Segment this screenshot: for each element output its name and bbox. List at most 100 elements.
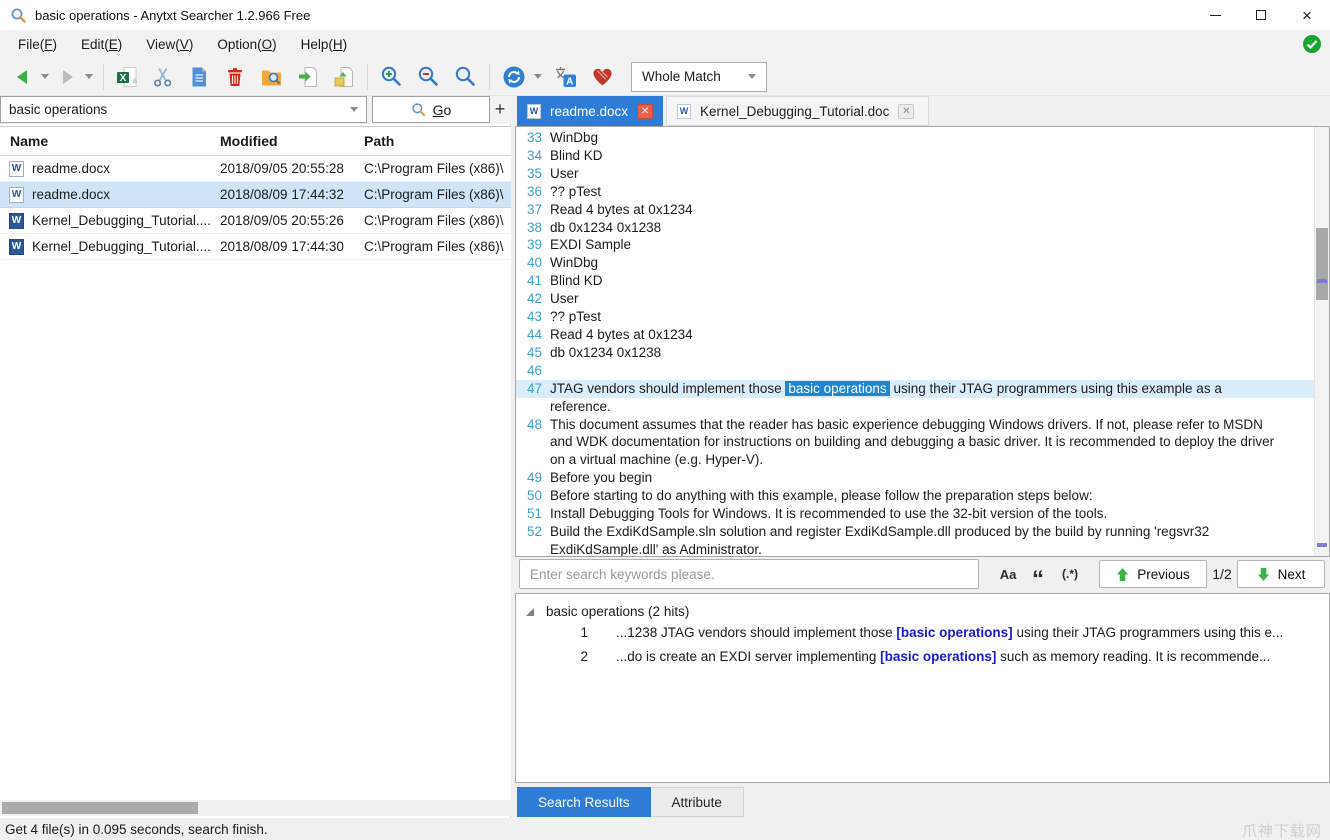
maximize-button[interactable] — [1238, 0, 1284, 30]
table-row[interactable]: Wreadme.docx2018/09/05 20:55:28C:\Progra… — [0, 156, 511, 182]
copy-document-icon[interactable] — [183, 62, 215, 92]
document-line: 35User — [516, 165, 1314, 183]
find-keywords-input[interactable] — [519, 559, 979, 589]
search-query-combobox[interactable]: basic operations — [0, 96, 367, 123]
match-marker — [1317, 543, 1327, 547]
open-file-icon[interactable] — [292, 62, 324, 92]
zoom-out-icon[interactable] — [412, 62, 445, 92]
document-line: 49Before you begin — [516, 469, 1314, 487]
document-line: 33WinDbg — [516, 129, 1314, 147]
tab-attribute[interactable]: Attribute — [651, 787, 744, 817]
donate-heart-icon[interactable] — [586, 62, 619, 92]
svg-text:a: a — [133, 76, 138, 85]
match-case-button[interactable]: Aa — [991, 560, 1025, 588]
search-icon — [411, 102, 427, 118]
result-row[interactable]: 2...do is create an EXDI server implemen… — [516, 645, 1329, 669]
document-line: 41Blind KD — [516, 272, 1314, 290]
document-line: 51Install Debugging Tools for Windows. I… — [516, 505, 1314, 523]
document-line: 39EXDI Sample — [516, 236, 1314, 254]
go-button[interactable]: Go — [372, 96, 490, 123]
search-results-panel: basic operations (2 hits) 1...1238 JTAG … — [515, 593, 1330, 783]
minimize-button[interactable] — [1192, 0, 1238, 30]
next-button[interactable]: Next — [1237, 560, 1325, 588]
svg-text:A: A — [566, 76, 573, 87]
whole-word-button[interactable]: “ — [1025, 560, 1051, 588]
menu-edit[interactable]: Edit(E) — [69, 30, 134, 58]
title-bar: basic operations - Anytxt Searcher 1.2.9… — [0, 0, 1330, 30]
document-line: 43?? pTest — [516, 308, 1314, 326]
menu-option[interactable]: Option(O) — [205, 30, 288, 58]
arrow-down-icon — [1257, 567, 1270, 582]
document-line: ExdiKdSample.dll' as Administrator. — [516, 541, 1314, 557]
scrollbar-thumb[interactable] — [1316, 228, 1328, 300]
document-line: 36?? pTest — [516, 183, 1314, 201]
file-list-panel: basic operations Go + Name Modified Path… — [0, 96, 511, 818]
document-line: 50Before starting to do anything with th… — [516, 487, 1314, 505]
close-button[interactable]: × — [1284, 0, 1330, 30]
document-lines: 33WinDbg34Blind KD35User36?? pTest37Read… — [516, 129, 1314, 557]
document-line: 38db 0x1234 0x1238 — [516, 219, 1314, 237]
forward-history-dropdown[interactable] — [82, 62, 96, 92]
refresh-icon[interactable] — [497, 62, 531, 92]
back-history-dropdown[interactable] — [38, 62, 52, 92]
document-line: 47JTAG vendors should implement those ba… — [516, 380, 1314, 398]
column-header-name[interactable]: Name — [0, 133, 220, 149]
forward-button[interactable] — [52, 62, 82, 92]
word-file-icon: W — [9, 161, 24, 177]
arrow-up-icon — [1116, 567, 1129, 582]
file-table-body: Wreadme.docx2018/09/05 20:55:28C:\Progra… — [0, 156, 511, 260]
vertical-scrollbar[interactable] — [1314, 127, 1329, 556]
menu-help[interactable]: Help(H) — [289, 30, 360, 58]
menu-bar: File(F) Edit(E) View(V) Option(O) Help(H… — [0, 30, 1330, 58]
status-check-icon — [1302, 34, 1322, 54]
column-header-path[interactable]: Path — [364, 133, 511, 149]
document-panel: W readme.docx ✕ W Kernel_Debugging_Tutor… — [515, 96, 1330, 818]
match-counter: 1/2 — [1207, 566, 1237, 582]
translate-icon[interactable]: A — [549, 62, 582, 92]
chevron-down-icon — [748, 74, 756, 79]
export-icon[interactable]: X a — [111, 62, 143, 92]
column-header-modified[interactable]: Modified — [220, 133, 364, 149]
refresh-dropdown[interactable] — [531, 62, 545, 92]
window-title: basic operations - Anytxt Searcher 1.2.9… — [35, 8, 310, 23]
document-line: and WDK documentation for instructions o… — [516, 433, 1314, 451]
result-row[interactable]: 1...1238 JTAG vendors should implement t… — [516, 621, 1329, 645]
previous-button[interactable]: Previous — [1099, 560, 1207, 588]
scrollbar-thumb[interactable] — [2, 802, 198, 814]
folder-search-icon[interactable] — [255, 62, 288, 92]
table-row[interactable]: WKernel_Debugging_Tutorial....2018/08/09… — [0, 234, 511, 260]
menu-file[interactable]: File(F) — [6, 30, 69, 58]
svg-text:X: X — [120, 72, 127, 83]
back-button[interactable] — [8, 62, 38, 92]
close-icon[interactable]: ✕ — [637, 104, 653, 119]
table-row[interactable]: Wreadme.docx2018/08/09 17:44:32C:\Progra… — [0, 182, 511, 208]
results-group-header[interactable]: basic operations (2 hits) — [516, 594, 1329, 621]
menu-view[interactable]: View(V) — [134, 30, 205, 58]
add-search-tab-button[interactable]: + — [490, 96, 510, 123]
status-bar: Get 4 file(s) in 0.095 seconds, search f… — [0, 818, 1330, 840]
regex-button[interactable]: (.*) — [1051, 560, 1089, 588]
zoom-in-icon[interactable] — [375, 62, 408, 92]
match-mode-select[interactable]: Whole Match — [631, 62, 767, 92]
table-row[interactable]: WKernel_Debugging_Tutorial....2018/09/05… — [0, 208, 511, 234]
status-text: Get 4 file(s) in 0.095 seconds, search f… — [5, 822, 268, 837]
tab-readme-docx[interactable]: W readme.docx ✕ — [517, 96, 663, 126]
document-line: 37Read 4 bytes at 0x1234 — [516, 201, 1314, 219]
close-icon[interactable]: ✕ — [898, 104, 914, 119]
horizontal-scrollbar[interactable] — [0, 800, 511, 816]
word-file-icon: W — [9, 213, 24, 229]
document-line: 40WinDbg — [516, 254, 1314, 272]
document-line: 48This document assumes that the reader … — [516, 416, 1314, 434]
tab-search-results[interactable]: Search Results — [517, 787, 651, 817]
document-line: reference. — [516, 398, 1314, 416]
match-marker — [1317, 279, 1327, 283]
watermark: 爪神下载网 — [1242, 820, 1322, 840]
search-icon[interactable] — [449, 62, 482, 92]
expand-triangle-icon[interactable] — [526, 608, 534, 616]
document-line: 34Blind KD — [516, 147, 1314, 165]
delete-icon[interactable] — [219, 62, 251, 92]
cut-icon[interactable] — [147, 62, 179, 92]
open-folder-icon[interactable] — [328, 62, 360, 92]
document-line: 42User — [516, 290, 1314, 308]
tab-kernel-debugging-tutorial[interactable]: W Kernel_Debugging_Tutorial.doc ✕ — [666, 96, 929, 126]
